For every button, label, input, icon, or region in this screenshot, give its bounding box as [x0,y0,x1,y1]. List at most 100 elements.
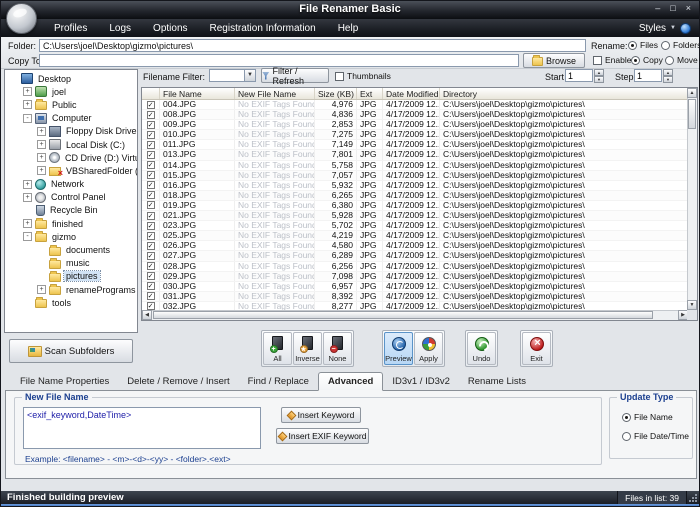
tree-item-network[interactable]: +Network [5,178,137,191]
tree-item-control-panel[interactable]: +Control Panel [5,191,137,204]
table-row[interactable]: ✓011.JPGNo EXIF Tags Found7,149JPG4/17/2… [142,140,697,150]
row-checkbox[interactable]: ✓ [147,111,155,119]
table-row[interactable]: ✓031.JPGNo EXIF Tags Found8,392JPG4/17/2… [142,292,697,302]
spin-down-icon[interactable]: ▼ [663,76,673,83]
column-header-file-name[interactable]: File Name [160,88,235,99]
step-input[interactable] [634,69,662,82]
filter-refresh-button[interactable]: Filter / Refresh [261,68,329,83]
vertical-scrollbar[interactable]: ▲ ▼ [687,88,697,310]
table-row[interactable]: ✓004.JPGNo EXIF Tags Found4,976JPG4/17/2… [142,100,697,110]
row-checkbox[interactable]: ✓ [147,262,155,270]
row-checkbox[interactable]: ✓ [147,151,155,159]
tree-item-public[interactable]: +Public [5,98,137,111]
expand-icon[interactable]: + [37,127,46,136]
tree-item-floppy-disk-drive-a[interactable]: +Floppy Disk Drive (A:) [5,125,137,138]
menu-item-help[interactable]: Help [327,23,370,34]
column-header-new-file-name[interactable]: New File Name [235,88,315,99]
table-row[interactable]: ✓008.JPGNo EXIF Tags Found4,836JPG4/17/2… [142,110,697,120]
menu-item-logs[interactable]: Logs [98,23,142,34]
row-checkbox[interactable]: ✓ [147,191,155,199]
table-row[interactable]: ✓026.JPGNo EXIF Tags Found4,580JPG4/17/2… [142,241,697,251]
tab-find-replace[interactable]: Find / Replace [239,373,318,390]
column-header-ext[interactable]: Ext [357,88,383,99]
tree-item-music[interactable]: music [5,257,137,270]
row-checkbox[interactable]: ✓ [147,161,155,169]
row-checkbox[interactable]: ✓ [147,101,155,109]
tab-id3v1-id3v2[interactable]: ID3v1 / ID3v2 [383,373,459,390]
tree-item-local-disk-c[interactable]: +Local Disk (C:) [5,138,137,151]
spin-up-icon[interactable]: ▲ [594,69,604,76]
update-type-radio-file-date-time[interactable]: File Date/Time [622,431,692,441]
tree-item-joel[interactable]: +joel [5,85,137,98]
row-checkbox[interactable]: ✓ [147,141,155,149]
undo-button[interactable]: Undo [467,332,496,365]
exit-button[interactable]: Exit [522,332,551,365]
row-checkbox[interactable]: ✓ [147,212,155,220]
row-checkbox[interactable]: ✓ [147,131,155,139]
row-checkbox[interactable]: ✓ [147,272,155,280]
scrollbar-thumb[interactable] [688,99,696,129]
menu-item-registration-information[interactable]: Registration Information [199,23,327,34]
table-row[interactable]: ✓009.JPGNo EXIF Tags Found2,853JPG4/17/2… [142,120,697,130]
expand-icon[interactable]: + [37,166,46,175]
row-checkbox[interactable]: ✓ [147,201,155,209]
minimize-button[interactable]: – [655,3,660,13]
insert-keyword-button[interactable]: Insert Keyword [281,407,361,423]
table-row[interactable]: ✓014.JPGNo EXIF Tags Found5,758JPG4/17/2… [142,161,697,171]
preview-button[interactable]: Preview [384,332,413,365]
tab-delete-remove-insert[interactable]: Delete / Remove / Insert [118,373,238,390]
tree-item-finished[interactable]: +finished [5,217,137,230]
thumbnails-checkbox[interactable]: Thumbnails [335,71,391,81]
start-input[interactable] [565,69,593,82]
row-checkbox[interactable]: ✓ [147,222,155,230]
tree-item-documents[interactable]: documents [5,243,137,256]
filename-filter-dropdown[interactable]: ▼ [209,69,256,82]
table-row[interactable]: ✓028.JPGNo EXIF Tags Found6,256JPG4/17/2… [142,262,697,272]
tree-item-recycle-bin[interactable]: Recycle Bin [5,204,137,217]
apply-button[interactable]: Apply [414,332,443,365]
table-row[interactable]: ✓023.JPGNo EXIF Tags Found5,702JPG4/17/2… [142,221,697,231]
expand-icon[interactable]: + [23,100,32,109]
menu-item-options[interactable]: Options [142,23,198,34]
horizontal-scrollbar[interactable]: ◀ ▶ [142,310,688,320]
tree-item-pictures[interactable]: pictures [5,270,137,283]
scroll-down-icon[interactable]: ▼ [687,300,697,310]
spin-down-icon[interactable]: ▼ [594,76,604,83]
update-type-radio-file-name[interactable]: File Name [622,412,692,422]
none-button[interactable]: −None [323,332,352,365]
inverse-button[interactable]: ★Inverse [293,332,322,365]
resize-grip[interactable] [687,491,699,504]
expand-icon[interactable]: + [23,219,32,228]
column-header-date-modified[interactable]: Date Modified [383,88,440,99]
tree-item-renameprograms[interactable]: +renamePrograms [5,283,137,296]
tab-rename-lists[interactable]: Rename Lists [459,373,535,390]
row-checkbox[interactable]: ✓ [147,121,155,129]
table-row[interactable]: ✓015.JPGNo EXIF Tags Found7,057JPG4/17/2… [142,171,697,181]
scroll-up-icon[interactable]: ▲ [687,88,697,98]
table-row[interactable]: ✓027.JPGNo EXIF Tags Found6,289JPG4/17/2… [142,251,697,261]
browse-button[interactable]: Browse [523,53,585,68]
row-checkbox[interactable]: ✓ [147,232,155,240]
row-checkbox[interactable]: ✓ [147,242,155,250]
expand-icon[interactable]: + [37,285,46,294]
table-row[interactable]: ✓030.JPGNo EXIF Tags Found6,957JPG4/17/2… [142,282,697,292]
scan-subfolders-button[interactable]: Scan Subfolders [9,339,133,363]
table-row[interactable]: ✓021.JPGNo EXIF Tags Found5,928JPG4/17/2… [142,211,697,221]
row-checkbox[interactable]: ✓ [147,252,155,260]
table-row[interactable]: ✓029.JPGNo EXIF Tags Found7,098JPG4/17/2… [142,272,697,282]
folder-path-input[interactable] [39,39,586,52]
table-row[interactable]: ✓016.JPGNo EXIF Tags Found5,932JPG4/17/2… [142,181,697,191]
spin-up-icon[interactable]: ▲ [663,69,673,76]
copy-mode-radio-copy[interactable]: Copy [631,55,663,65]
expand-icon[interactable]: + [37,140,46,149]
tree-item-vbsharedfolder-vboxsvr-z[interactable]: +VBSharedFolder (\\vboxsvr) (Z [5,164,137,177]
row-checkbox[interactable]: ✓ [147,292,155,300]
tree-item-desktop[interactable]: Desktop [5,72,137,85]
close-button[interactable]: × [686,3,691,13]
column-header-size-kb[interactable]: Size (KB) [315,88,357,99]
tab-file-name-properties[interactable]: File Name Properties [11,373,118,390]
expand-icon[interactable]: + [37,153,46,162]
table-row[interactable]: ✓018.JPGNo EXIF Tags Found6,265JPG4/17/2… [142,191,697,201]
rename-radio-files[interactable]: Files [628,40,658,50]
tree-item-gizmo[interactable]: -gizmo [5,230,137,243]
